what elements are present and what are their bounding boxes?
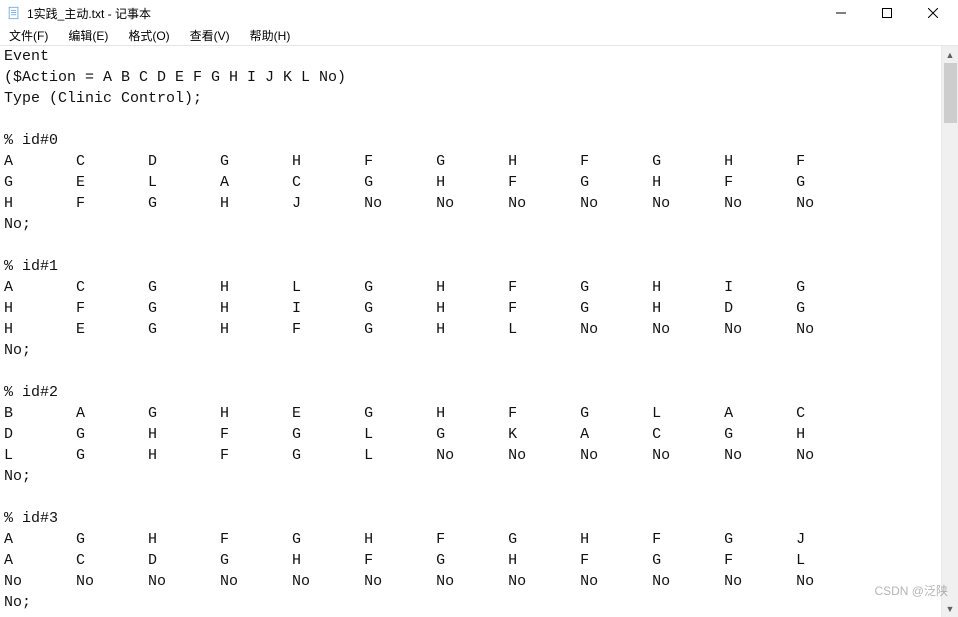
menu-view[interactable]: 查看(V) (185, 26, 235, 45)
maximize-button[interactable] (864, 0, 910, 26)
title-bar: 1实践_主动.txt - 记事本 (0, 0, 958, 26)
notepad-icon (6, 5, 22, 21)
window-controls (818, 0, 956, 26)
menu-file[interactable]: 文件(F) (4, 26, 53, 45)
menu-format[interactable]: 格式(O) (123, 26, 174, 45)
scroll-up-arrow-icon[interactable]: ▲ (942, 46, 958, 63)
window-title: 1实践_主动.txt - 记事本 (27, 5, 151, 22)
scroll-down-arrow-icon[interactable]: ▼ (942, 600, 958, 617)
text-editor[interactable]: Event ($Action = A B C D E F G H I J K L… (0, 46, 941, 617)
vertical-scrollbar[interactable]: ▲ ▼ (941, 46, 958, 617)
scroll-thumb[interactable] (944, 63, 957, 123)
menu-bar: 文件(F) 编辑(E) 格式(O) 查看(V) 帮助(H) (0, 26, 958, 46)
minimize-button[interactable] (818, 0, 864, 26)
content-area: Event ($Action = A B C D E F G H I J K L… (0, 46, 958, 617)
menu-help[interactable]: 帮助(H) (245, 26, 296, 45)
scroll-track[interactable] (942, 63, 958, 600)
close-button[interactable] (910, 0, 956, 26)
menu-edit[interactable]: 编辑(E) (63, 26, 113, 45)
